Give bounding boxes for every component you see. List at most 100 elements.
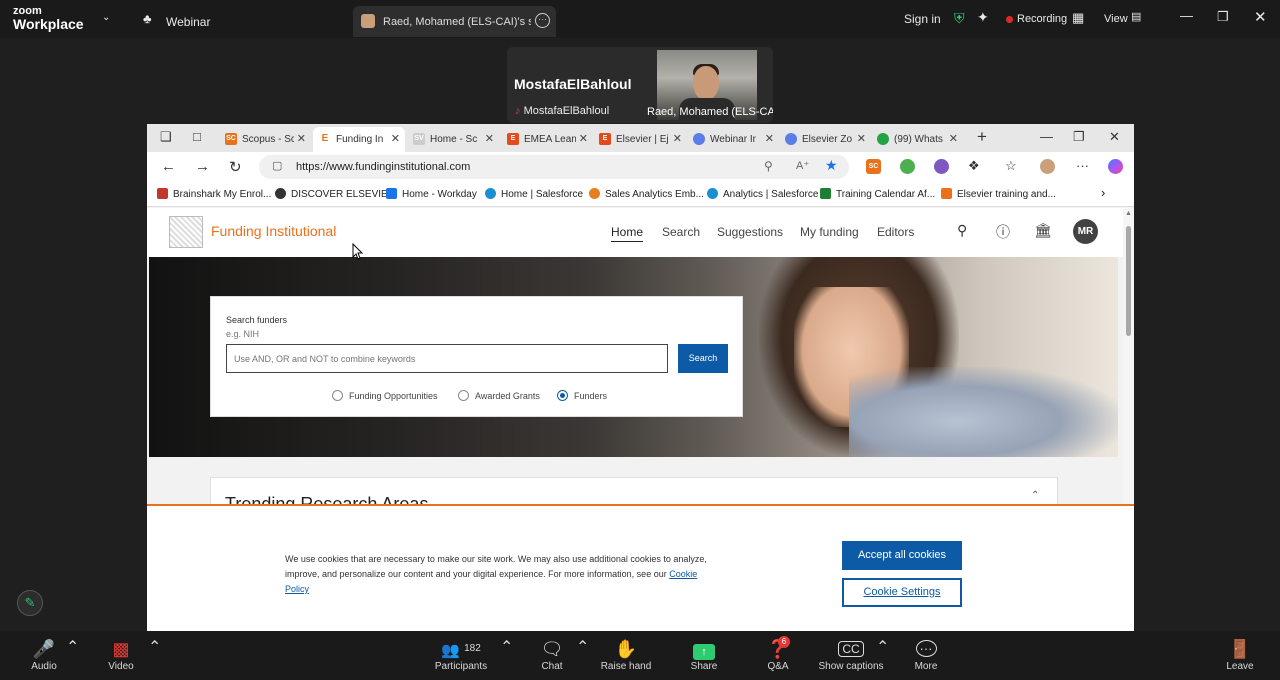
- scrollbar-thumb[interactable]: [1126, 226, 1131, 336]
- close-tab-icon[interactable]: ✕: [579, 132, 588, 145]
- share-button[interactable]: ↑ Share: [684, 637, 724, 672]
- cookie-settings-button[interactable]: Cookie Settings: [842, 578, 962, 607]
- accept-all-cookies-button[interactable]: Accept all cookies: [842, 541, 962, 570]
- search-button[interactable]: Search: [678, 344, 728, 373]
- video-options-caret-icon[interactable]: ⌃: [148, 637, 161, 657]
- tab-whatsapp[interactable]: (99) Whats ✕: [871, 127, 963, 152]
- nav-editors[interactable]: Editors: [877, 225, 914, 239]
- tab-webinar[interactable]: Webinar Ir ✕: [687, 127, 779, 152]
- page-info-icon[interactable]: ▢: [272, 159, 282, 172]
- back-icon[interactable]: ←: [161, 158, 176, 175]
- url-text[interactable]: https://www.fundinginstitutional.com: [296, 161, 470, 173]
- close-tab-icon[interactable]: ✕: [765, 132, 774, 145]
- participants-button[interactable]: 👥 182 Participants: [430, 637, 492, 672]
- qa-button[interactable]: ❓ 6 Q&A: [760, 636, 796, 672]
- bookmark-item[interactable]: Training Calendar Af...: [820, 188, 935, 200]
- close-icon[interactable]: ✕: [1109, 129, 1120, 145]
- grid-icon[interactable]: ▦: [1072, 10, 1084, 26]
- profile-avatar[interactable]: [1040, 159, 1055, 174]
- restore-icon[interactable]: ❐: [1073, 129, 1085, 145]
- close-tab-icon[interactable]: ✕: [673, 132, 682, 145]
- radio-awarded-grants[interactable]: Awarded Grants: [458, 390, 540, 401]
- minimize-icon[interactable]: —: [1040, 129, 1053, 144]
- recording-indicator[interactable]: Recording: [1006, 13, 1067, 25]
- scroll-up-icon[interactable]: ▲: [1125, 210, 1132, 217]
- chat-caret-icon[interactable]: ⌃: [576, 637, 589, 657]
- refresh-icon[interactable]: ↻: [229, 158, 242, 176]
- workspaces-icon[interactable]: ❑: [160, 129, 172, 145]
- institution-icon[interactable]: 🏛: [1034, 222, 1052, 239]
- elsevier-logo[interactable]: [169, 216, 203, 248]
- leave-button[interactable]: 🚪 Leave: [1222, 637, 1258, 672]
- tab-elsevier-zoom[interactable]: Elsevier Zo ✕: [779, 127, 871, 152]
- more-button[interactable]: ··· More: [908, 637, 944, 672]
- copilot-icon[interactable]: [1108, 159, 1123, 174]
- forward-icon[interactable]: →: [195, 158, 210, 175]
- more-options-icon[interactable]: ···: [535, 13, 550, 28]
- site-title[interactable]: Funding Institutional: [211, 223, 336, 239]
- zoom-logo[interactable]: zoom Workplace: [13, 6, 84, 32]
- read-aloud-icon[interactable]: A⁺: [796, 159, 809, 172]
- tab-funding-institutional[interactable]: E Funding In ✕: [313, 127, 405, 152]
- restore-icon[interactable]: ❐: [1217, 9, 1229, 25]
- address-bar[interactable]: ▢ https://www.fundinginstitutional.com ⚲…: [259, 155, 849, 179]
- video-button[interactable]: ▩ Video: [100, 637, 142, 672]
- close-tab-icon[interactable]: ✕: [485, 132, 494, 145]
- extension-icon[interactable]: [900, 159, 915, 174]
- close-icon[interactable]: ✕: [1254, 8, 1267, 26]
- participants-caret-icon[interactable]: ⌃: [500, 637, 513, 657]
- bookmark-item[interactable]: Analytics | Salesforce: [707, 188, 818, 200]
- bookmark-item[interactable]: Home | Salesforce: [485, 188, 583, 200]
- new-tab-icon[interactable]: +: [977, 127, 987, 147]
- bookmark-item[interactable]: DISCOVER ELSEVIER: [275, 188, 395, 200]
- tab-scopus[interactable]: SC Scopus - Sc ✕: [219, 127, 311, 152]
- bookmark-item[interactable]: Home - Workday: [386, 188, 477, 200]
- bookmark-item[interactable]: Sales Analytics Emb...: [589, 188, 704, 200]
- close-tab-icon[interactable]: ✕: [297, 132, 306, 145]
- extensions-puzzle-icon[interactable]: ❖: [968, 158, 980, 174]
- radio-funders[interactable]: Funders: [557, 390, 607, 401]
- participant-tile-mostafa[interactable]: MostafaElBahloul ♪ MostafaElBahloul: [507, 47, 649, 123]
- captions-caret-icon[interactable]: ⌃: [876, 637, 889, 657]
- favorites-icon[interactable]: ☆: [1005, 158, 1017, 174]
- bookmark-item[interactable]: Elsevier training and...: [941, 188, 1056, 200]
- view-button[interactable]: View: [1104, 13, 1128, 25]
- raise-hand-button[interactable]: ✋ Raise hand: [598, 637, 654, 672]
- tab-emea-lean[interactable]: E EMEA Lean ✕: [501, 127, 593, 152]
- search-icon[interactable]: ⚲: [957, 222, 967, 239]
- close-tab-icon[interactable]: ✕: [391, 132, 400, 145]
- nav-my-funding[interactable]: My funding: [800, 225, 859, 239]
- sign-in-button[interactable]: Sign in: [904, 12, 941, 26]
- chevron-right-icon[interactable]: ›: [1101, 185, 1105, 200]
- tab-home-sc[interactable]: SV Home - Sc ✕: [407, 127, 499, 152]
- favorite-star-icon[interactable]: ★: [825, 157, 838, 174]
- chevron-down-icon[interactable]: ⌄: [102, 12, 110, 23]
- shield-check-icon[interactable]: ⛨: [954, 10, 965, 27]
- close-tab-icon[interactable]: ✕: [857, 132, 866, 145]
- close-tab-icon[interactable]: ✕: [949, 132, 958, 145]
- nav-suggestions[interactable]: Suggestions: [717, 225, 783, 239]
- shared-screen-tab[interactable]: Raed, Mohamed (ELS-CAI)'s scree ···: [353, 6, 556, 37]
- chat-button[interactable]: 🗨 Chat: [533, 637, 571, 672]
- radio-funding-opportunities[interactable]: Funding Opportunities: [332, 390, 438, 401]
- help-icon[interactable]: ⓘ: [996, 222, 1010, 242]
- nav-home[interactable]: Home: [611, 225, 644, 242]
- bookmark-item[interactable]: Brainshark My Enrol...: [157, 188, 271, 200]
- tab-elsevier[interactable]: E Elsevier | Ej ✕: [593, 127, 687, 152]
- view-layout-icon[interactable]: ▤: [1131, 10, 1141, 23]
- sparkle-icon[interactable]: ✦: [977, 9, 989, 26]
- scopus-extension-icon[interactable]: SC: [866, 159, 881, 174]
- settings-more-icon[interactable]: ···: [1076, 158, 1089, 173]
- annotate-pencil-icon[interactable]: ✎: [17, 590, 43, 616]
- zoom-icon[interactable]: ⚲: [764, 159, 773, 173]
- audio-options-caret-icon[interactable]: ⌃: [66, 637, 79, 657]
- participant-tile-raed[interactable]: Raed, Mohamed (ELS-CAI): [647, 50, 773, 120]
- search-input[interactable]: [226, 344, 668, 373]
- user-avatar[interactable]: MR: [1073, 219, 1098, 244]
- tab-actions-icon[interactable]: □: [193, 129, 201, 144]
- nav-search[interactable]: Search: [662, 225, 700, 239]
- extension-icon[interactable]: [934, 159, 949, 174]
- minimize-icon[interactable]: —: [1180, 8, 1193, 23]
- audio-button[interactable]: 🎤 Audio: [24, 637, 64, 672]
- chevron-up-icon[interactable]: ⌃: [1031, 490, 1039, 501]
